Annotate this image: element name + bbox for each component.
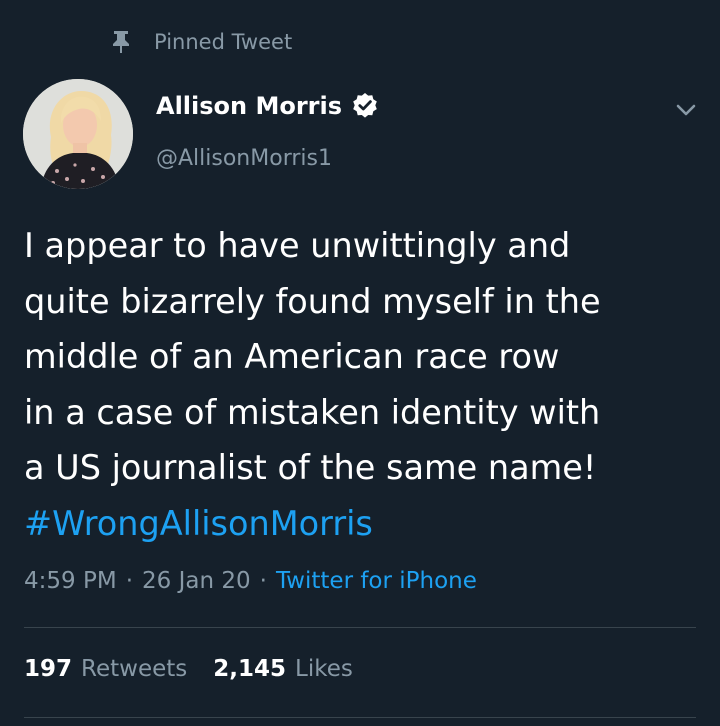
hashtag-link[interactable]: #WrongAllisonMorris: [24, 496, 704, 552]
author-display-name[interactable]: Allison Morris: [156, 92, 342, 120]
divider: [24, 717, 696, 718]
likes-stat[interactable]: 2,145 Likes: [213, 656, 353, 682]
divider: [24, 627, 696, 628]
tweet-line: quite bizarrely found myself in the: [24, 281, 601, 321]
tweet-source-link[interactable]: Twitter for iPhone: [276, 568, 477, 594]
pinned-label: Pinned Tweet: [154, 30, 293, 54]
tweet-line: I appear to have unwittingly and: [24, 226, 571, 265]
avatar[interactable]: [23, 79, 133, 189]
retweets-count: 197: [24, 656, 73, 682]
likes-label: Likes: [295, 656, 353, 682]
tweet-date: 26 Jan 20: [142, 568, 251, 594]
author-handle[interactable]: @AllisonMorris1: [156, 146, 332, 171]
tweet-meta: 4:59 PM · 26 Jan 20 · Twitter for iPhone: [24, 568, 477, 594]
tweet-line: a US journalist of the same name!: [24, 448, 597, 487]
tweet-text: I appear to have unwittingly and quite b…: [24, 218, 704, 551]
meta-separator: ·: [259, 568, 267, 594]
author-name-row[interactable]: Allison Morris: [156, 92, 379, 120]
retweets-stat[interactable]: 197 Retweets: [24, 656, 187, 682]
tweet-line: middle of an American race row: [24, 337, 560, 376]
meta-separator: ·: [125, 568, 133, 594]
tweet-line: in a case of mistaken identity with: [24, 392, 601, 432]
verified-badge-icon: [351, 92, 379, 120]
tweet-time: 4:59 PM: [24, 568, 117, 594]
chevron-down-icon[interactable]: [672, 96, 700, 124]
pinned-tweet-indicator: Pinned Tweet: [110, 28, 292, 56]
pin-icon: [110, 30, 132, 54]
retweets-label: Retweets: [81, 656, 188, 682]
likes-count: 2,145: [213, 656, 287, 682]
tweet-stats: 197 Retweets 2,145 Likes: [24, 656, 379, 682]
